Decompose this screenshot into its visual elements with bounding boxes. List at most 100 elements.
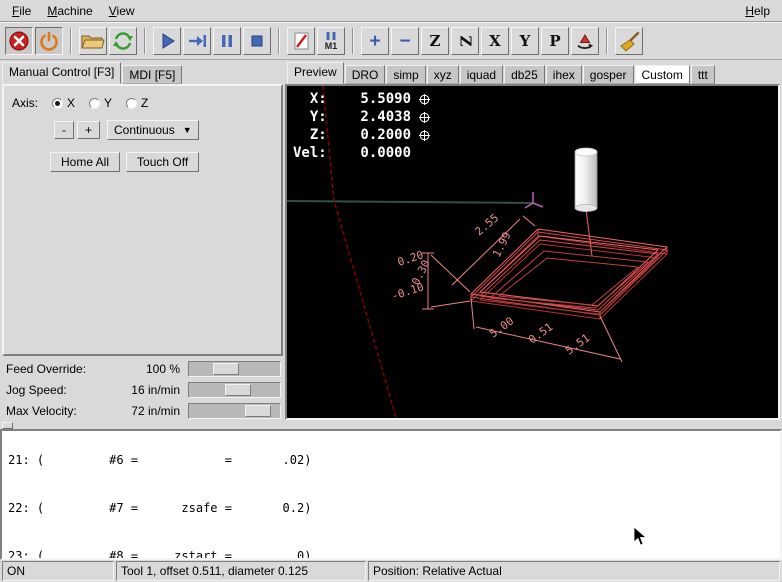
dro-x-label: X: (293, 90, 327, 108)
menu-view[interactable]: View (101, 1, 143, 21)
home-all-button[interactable]: Home All (50, 152, 120, 172)
axis-select-row: Axis: X Y Z (12, 96, 281, 110)
tab-mdi[interactable]: MDI [F5] (122, 65, 182, 84)
view-z-button[interactable]: Z (421, 27, 449, 55)
toolbar-separator (144, 28, 146, 54)
feed-override-slider[interactable] (188, 361, 281, 377)
jog-plus-button[interactable]: + (77, 121, 100, 139)
jog-speed-row: Jog Speed: 16 in/min (0, 379, 285, 400)
tab-iquad[interactable]: iquad (460, 65, 503, 84)
tab-ttt[interactable]: ttt (691, 65, 715, 84)
slider-thumb[interactable] (213, 363, 239, 375)
view-x-button[interactable]: X (481, 27, 509, 55)
jog-speed-slider[interactable] (188, 382, 281, 398)
gcode-line[interactable]: 22: ( #7 = zsafe = 0.2) (8, 500, 780, 516)
axis-z-label: Z (141, 96, 148, 110)
view-z2-button[interactable]: Z (451, 27, 479, 55)
step-icon (186, 30, 208, 52)
position-mode-status: Position: Relative Actual (368, 561, 780, 581)
pane-sash-handle[interactable] (2, 422, 13, 429)
dro-x-value: 5.5090 (327, 90, 411, 108)
jog-row: - + Continuous ▼ (54, 120, 281, 140)
radio-icon (89, 98, 100, 109)
dro-z-value: 0.2000 (327, 126, 411, 144)
manual-control-panel: Axis: X Y Z - + Continuous ▼ Home All (2, 84, 283, 356)
dro-readout: X: 5.5090 Y: 2.4038 Z: 0.2000 Vel: 0.000… (293, 90, 430, 162)
control-tabs: Manual Control [F3] MDI [F5] (2, 62, 183, 84)
view-p-button[interactable]: P (541, 27, 569, 55)
preview-panel: 2.55 1.99 0.20 0.30 -0.10 5.00 0.51 5.51… (285, 84, 780, 420)
dro-vel-value: 0.0000 (327, 144, 411, 162)
block-delete-button[interactable] (287, 27, 315, 55)
mouse-cursor (633, 526, 647, 546)
zoom-in-button[interactable]: + (361, 27, 389, 55)
feed-override-row: Feed Override: 100 % (0, 358, 285, 379)
rotate-view-button[interactable] (571, 27, 599, 55)
dro-x-row: X: 5.5090 (293, 90, 430, 108)
tab-gosper[interactable]: gosper (583, 65, 634, 84)
stop-button[interactable] (243, 27, 271, 55)
dro-y-value: 2.4038 (327, 108, 411, 126)
estop-button[interactable] (5, 27, 33, 55)
machine-power-button[interactable] (35, 27, 63, 55)
jog-speed-label: Jog Speed: (6, 383, 96, 397)
toolbar: M1 + − Z Z X Y P (0, 22, 782, 60)
touch-off-button[interactable]: Touch Off (126, 152, 199, 172)
view-y-button[interactable]: Y (511, 27, 539, 55)
menu-help[interactable]: Help (737, 1, 778, 21)
tab-manual-control[interactable]: Manual Control [F3] (2, 62, 121, 84)
optional-stop-button[interactable]: M1 (317, 27, 345, 55)
dro-z-row: Z: 0.2000 (293, 126, 430, 144)
statusbar: ON Tool 1, offset 0.511, diameter 0.125 … (0, 560, 782, 582)
slider-thumb[interactable] (245, 405, 271, 417)
jog-speed-value: 16 in/min (96, 383, 188, 397)
tab-xyz[interactable]: xyz (427, 65, 459, 84)
tab-custom[interactable]: Custom (635, 65, 690, 84)
zoom-in-icon: + (369, 32, 380, 51)
toolbar-separator (606, 28, 608, 54)
radio-icon (126, 98, 137, 109)
jog-mode-value: Continuous (114, 123, 175, 137)
tab-ihex[interactable]: ihex (546, 65, 582, 84)
step-button[interactable] (183, 27, 211, 55)
zoom-out-icon: − (399, 32, 410, 51)
tab-simp[interactable]: simp (386, 65, 425, 84)
run-button[interactable] (153, 27, 181, 55)
dro-y-row: Y: 2.4038 (293, 108, 430, 126)
svg-text:M1: M1 (325, 41, 338, 51)
axis-radio-x[interactable]: X (52, 96, 75, 110)
tab-db25[interactable]: db25 (504, 65, 545, 84)
reload-button[interactable] (109, 27, 137, 55)
pause-button[interactable] (213, 27, 241, 55)
dim-label: 5.00 (487, 314, 516, 340)
toolbar-separator (70, 28, 72, 54)
dro-z-label: Z: (293, 126, 327, 144)
home-row: Home All Touch Off (50, 152, 281, 172)
menu-machine[interactable]: Machine (39, 1, 100, 21)
stop-icon (246, 30, 268, 52)
gcode-line[interactable]: 21: ( #6 = = .02) (8, 452, 780, 468)
zoom-out-button[interactable]: − (391, 27, 419, 55)
axis-radio-y[interactable]: Y (89, 96, 112, 110)
view-p-icon: P (549, 32, 560, 50)
jog-minus-button[interactable]: - (54, 121, 74, 139)
dim-label: -0.10 (390, 280, 426, 303)
clear-plot-button[interactable] (615, 27, 643, 55)
axis-label: Axis: (12, 96, 38, 110)
gcode-listing[interactable]: 21: ( #6 = = .02) 22: ( #7 = zsafe = 0.2… (0, 429, 782, 560)
gcode-line[interactable]: 23: ( #8 = zstart = 0) (8, 548, 780, 560)
dro-vel-row: Vel: 0.0000 (293, 144, 430, 162)
dro-y-label: Y: (293, 108, 327, 126)
slider-thumb[interactable] (225, 384, 251, 396)
open-file-button[interactable] (79, 27, 107, 55)
max-velocity-slider[interactable] (188, 403, 281, 419)
dimension-lines (422, 216, 622, 362)
menu-file[interactable]: File (4, 1, 39, 21)
tab-dro[interactable]: DRO (345, 65, 386, 84)
axis-radio-z[interactable]: Z (126, 96, 148, 110)
max-velocity-value: 72 in/min (96, 404, 188, 418)
tab-preview[interactable]: Preview (287, 62, 344, 84)
run-icon (156, 30, 178, 52)
jog-mode-dropdown[interactable]: Continuous ▼ (107, 120, 199, 140)
dim-label: 0.51 (526, 320, 555, 346)
